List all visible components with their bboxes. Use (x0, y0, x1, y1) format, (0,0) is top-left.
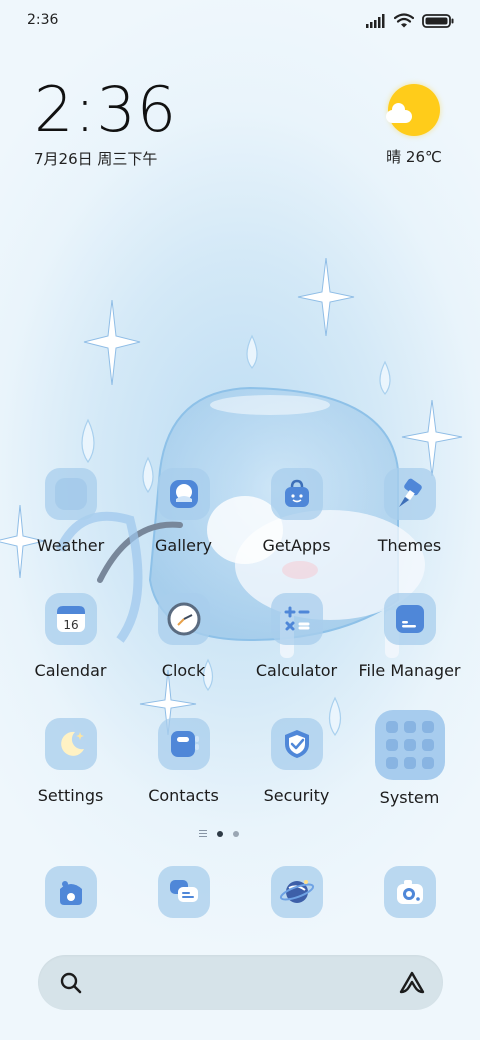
clock-widget[interactable]: 2:36 7月26日 周三下午 (34, 78, 177, 169)
app-gallery[interactable]: Gallery (127, 468, 240, 593)
app-system[interactable]: System (353, 710, 466, 843)
app-label: Security (263, 786, 330, 805)
app-label: Themes (377, 536, 442, 555)
weather-summary: 晴 26℃ (386, 148, 442, 166)
app-label: Clock (161, 661, 206, 680)
search-bar[interactable] (38, 955, 443, 1010)
calendar-icon: 16 (44, 593, 97, 645)
assistant-icon[interactable] (398, 970, 426, 996)
app-label: Weather (36, 536, 105, 555)
dock (14, 866, 466, 918)
clock-time: 2:36 (34, 73, 178, 146)
calculator-icon (270, 593, 323, 645)
app-label: Calculator (255, 661, 338, 680)
app-label: Contacts (148, 786, 219, 805)
app-grid: Weather Gallery GetApps Themes 16 Calend… (14, 468, 466, 843)
app-drawer-menu-icon[interactable] (199, 830, 207, 837)
status-bar: 2:36 (0, 0, 480, 42)
app-security[interactable]: Security (240, 718, 353, 843)
folder-icon (383, 593, 436, 645)
app-label: File Manager (358, 661, 461, 680)
wifi-icon (394, 13, 414, 28)
app-weather[interactable]: Weather (14, 468, 127, 593)
app-file-manager[interactable]: File Manager (353, 593, 466, 718)
page-dot-active[interactable] (217, 830, 223, 837)
themes-brush-icon (383, 468, 436, 520)
clock-date: 7月26日 周三下午 (34, 150, 158, 168)
app-calculator[interactable]: Calculator (240, 593, 353, 718)
clock-icon (157, 593, 210, 645)
phone-icon (44, 866, 97, 918)
sunny-partly-cloudy-icon (386, 84, 440, 136)
weather-icon (44, 468, 97, 520)
status-icons (366, 13, 454, 28)
status-time: 2:36 (27, 12, 59, 28)
app-contacts[interactable]: Contacts (127, 718, 240, 843)
getapps-bag-icon (270, 468, 323, 520)
battery-icon (422, 13, 454, 28)
app-label: System (379, 788, 440, 807)
dock-camera[interactable] (353, 866, 466, 918)
planet-browser-icon (270, 866, 323, 918)
app-getapps[interactable]: GetApps (240, 468, 353, 593)
app-label: Gallery (155, 536, 212, 555)
contacts-icon (157, 718, 210, 770)
shield-check-icon (270, 718, 323, 770)
folder-grid-icon (374, 710, 445, 780)
dock-messages[interactable] (127, 866, 240, 918)
messages-icon (157, 866, 210, 918)
camera-icon (383, 866, 436, 918)
dock-phone[interactable] (14, 866, 127, 918)
app-themes[interactable]: Themes (353, 468, 466, 593)
app-calendar[interactable]: 16 Calendar (14, 593, 127, 718)
page-dot[interactable] (233, 830, 239, 837)
page-indicator[interactable] (199, 830, 239, 837)
weather-widget[interactable]: 晴 26℃ (384, 84, 444, 166)
gallery-icon (157, 468, 210, 520)
app-settings[interactable]: Settings (14, 718, 127, 843)
app-label: Settings (37, 786, 104, 805)
dock-browser[interactable] (240, 866, 353, 918)
app-label: GetApps (262, 536, 331, 555)
app-clock[interactable]: Clock (127, 593, 240, 718)
search-icon[interactable] (59, 971, 83, 995)
app-label: Calendar (34, 661, 107, 680)
calendar-day: 16 (63, 618, 78, 632)
signal-icon (366, 13, 385, 28)
settings-moon-icon (44, 718, 97, 770)
